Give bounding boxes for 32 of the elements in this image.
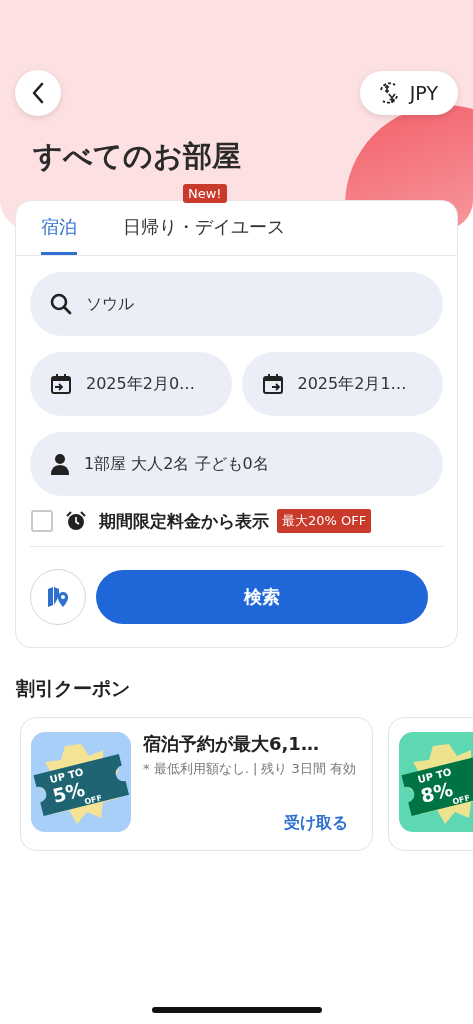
map-button[interactable] xyxy=(30,569,86,625)
person-icon xyxy=(50,453,70,475)
coupon-title: 宿泊予約が最大6,1… xyxy=(143,732,320,756)
new-badge: New! xyxy=(183,184,227,203)
destination-value: ソウル xyxy=(86,293,134,315)
check-in-field[interactable]: 2025年2月0… xyxy=(30,352,232,416)
destination-field[interactable]: ソウル xyxy=(30,272,443,336)
discount-badge: 最大20% OFF xyxy=(277,509,372,533)
guests-value: 1部屋 大人2名 子ども0名 xyxy=(84,453,269,475)
search-button[interactable]: 検索 xyxy=(96,570,428,624)
limited-offer-label: 期間限定料金から表示 xyxy=(99,509,269,533)
back-icon xyxy=(31,82,45,104)
coupon-ticket-drawing: UP TO 8% OFF xyxy=(399,732,473,832)
page-title: すべてのお部屋 xyxy=(33,138,242,175)
alarm-clock-icon xyxy=(65,510,87,532)
section-title: 割引クーポン xyxy=(16,676,131,701)
calendar-icon xyxy=(50,373,72,395)
calendar-icon xyxy=(261,373,284,395)
check-in-value: 2025年2月0… xyxy=(86,373,196,395)
search-icon xyxy=(50,293,72,315)
coupon-note: * 最低利用額なし. | 残り 3日間 有効 xyxy=(143,760,357,778)
check-out-value: 2025年2月1… xyxy=(297,373,407,395)
tab[interactable]: 日帰り・デイユース xyxy=(123,201,285,255)
checkbox[interactable] xyxy=(31,510,53,532)
guests-field[interactable]: 1部屋 大人2名 子ども0名 xyxy=(30,432,443,496)
coupon-ticket-drawing: UP TO 5% OFF xyxy=(31,732,131,832)
currency-button[interactable]: JPY xyxy=(359,71,458,115)
tab[interactable]: 宿泊 xyxy=(41,201,77,255)
claim-button[interactable]: 受け取る xyxy=(284,813,362,836)
check-out-field[interactable]: 2025年2月1… xyxy=(241,352,443,416)
currency-exchange-icon xyxy=(377,81,400,105)
map-pin-icon xyxy=(46,586,70,608)
